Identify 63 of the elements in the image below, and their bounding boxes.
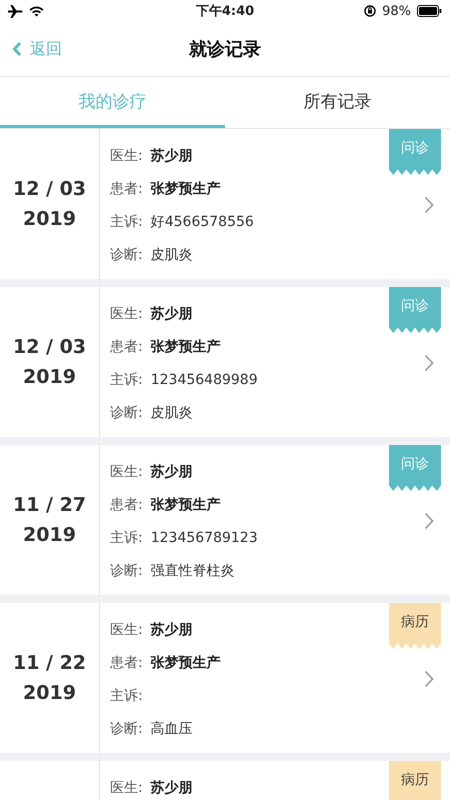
type-badge: 病历 (389, 761, 441, 800)
field-value: 苏少朋 (150, 147, 193, 166)
record-year: 2019 (23, 366, 76, 388)
field-value: 苏少朋 (150, 779, 193, 798)
field-value: 苏少朋 (150, 463, 193, 482)
field-label: 诊断: (110, 404, 143, 423)
page-title: 就诊记录 (189, 38, 261, 61)
record-date: 11 / 22 (12, 652, 86, 674)
field-label: 医生: (110, 463, 143, 482)
chevron-right-icon (424, 670, 434, 688)
record-date: 12 / 03 (12, 178, 86, 200)
field-value: 苏少朋 (150, 305, 193, 324)
field-value: 皮肌炎 (150, 246, 193, 265)
record-year: 2019 (23, 682, 76, 704)
field-label: 主诉: (110, 687, 143, 706)
field-label: 患者: (110, 180, 143, 199)
field-value: 强直性脊柱炎 (150, 562, 235, 581)
status-time: 下午4:40 (196, 3, 254, 20)
record-card[interactable]: 11 / 27 2019 医生: 苏少朋 患者: 张梦预生产 主诉: 123456789123 诊断: 强直性脊柱炎 问诊 (0, 445, 450, 595)
field-label: 医生: (110, 305, 143, 324)
field-value: 苏少朋 (150, 621, 193, 640)
field-value: 皮肌炎 (150, 404, 193, 423)
wifi-icon (29, 6, 44, 16)
field-label: 医生: (110, 621, 143, 640)
field-label: 诊断: (110, 246, 143, 265)
chevron-right-icon (424, 354, 434, 372)
type-badge: 问诊 (389, 129, 441, 175)
field-label: 诊断: (110, 720, 143, 739)
type-badge: 问诊 (389, 445, 441, 491)
field-label: 医生: (110, 779, 143, 798)
field-label: 医生: (110, 147, 143, 166)
field-label: 诊断: (110, 562, 143, 581)
type-badge: 问诊 (389, 287, 441, 333)
battery-percent: 98% (382, 4, 411, 18)
record-card[interactable]: 12 / 03 2019 医生: 苏少朋 患者: 张梦预生产 主诉: 123456489989 诊断: 皮肌炎 问诊 (0, 287, 450, 437)
record-date: 11 / 27 (12, 494, 86, 516)
field-value: 张梦预生产 (150, 338, 221, 357)
field-value: 123456489989 (150, 371, 258, 390)
record-card[interactable]: 11 / 22 2019 医生: 苏少朋 患者: 张梦预生产 主诉: 诊断: 高血压 病历 (0, 603, 450, 753)
field-value: 张梦预生产 (150, 654, 221, 673)
field-label: 患者: (110, 496, 143, 515)
field-value: 123456789123 (150, 529, 258, 548)
field-value: 张梦预生产 (150, 180, 221, 199)
record-year: 2019 (23, 208, 76, 230)
field-value: 张梦预生产 (150, 496, 221, 515)
battery-icon (417, 5, 442, 17)
record-card[interactable]: 医生: 苏少朋 病历 (0, 761, 450, 800)
field-label: 患者: (110, 338, 143, 357)
record-year: 2019 (23, 524, 76, 546)
record-card[interactable]: 12 / 03 2019 医生: 苏少朋 患者: 张梦预生产 主诉: 好4566578556 诊断: 皮肌炎 问诊 (0, 129, 450, 279)
record-date: 12 / 03 (12, 336, 86, 358)
chevron-right-icon (424, 512, 434, 530)
field-value: 好4566578556 (150, 213, 254, 232)
rotation-lock-icon (364, 5, 376, 17)
field-label: 患者: (110, 654, 143, 673)
field-label: 主诉: (110, 213, 143, 232)
chevron-right-icon (424, 196, 434, 214)
field-value: 高血压 (150, 720, 193, 739)
field-label: 主诉: (110, 529, 143, 548)
field-label: 主诉: (110, 371, 143, 390)
airplane-icon (8, 4, 23, 18)
type-badge: 病历 (389, 603, 441, 649)
chevron-left-icon (12, 41, 22, 57)
